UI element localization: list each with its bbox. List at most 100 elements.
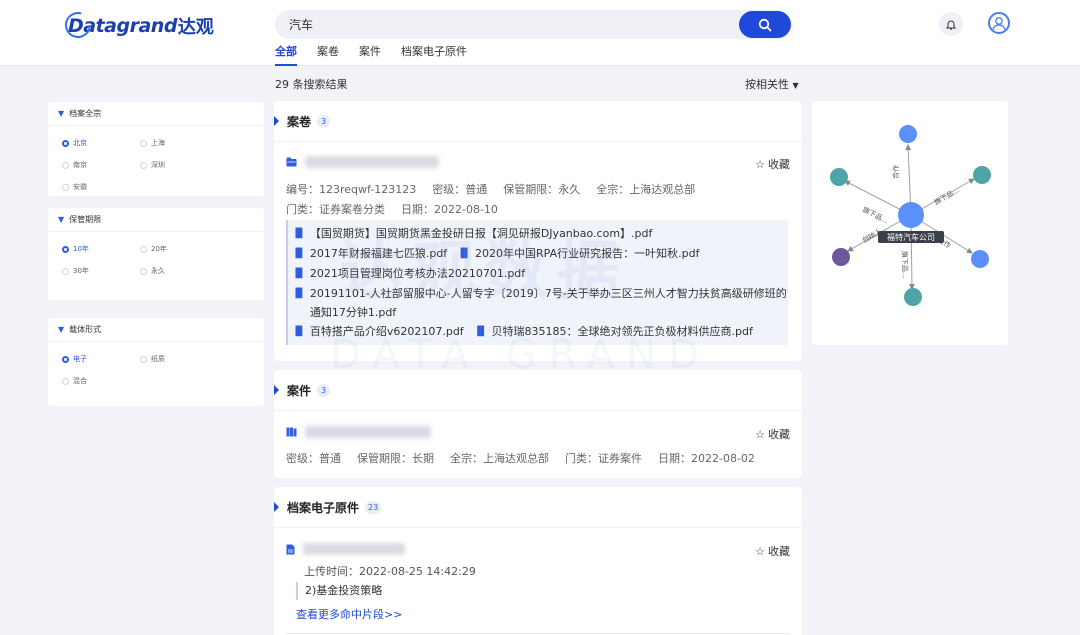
filter-option[interactable]: 混合 [62,370,140,392]
file-link[interactable]: ▐▌ 2020年中国RPA行业研究报告：一叶知秋.pdf [457,244,699,264]
graph-node[interactable] [899,125,917,143]
star-icon: ☆ [755,157,765,171]
result-count: 29 条搜索结果 [275,78,348,91]
filter-option[interactable]: 20年 [140,238,218,260]
search-input[interactable] [289,15,729,34]
file-icon: ▐▌ [292,269,306,279]
graph-node[interactable] [973,166,991,184]
filter-title: ▼ 载体形式 [48,318,264,342]
file-link[interactable]: ▐▌ 贝特瑞835185：全球绝对领先正负极材料供应商.pdf [474,322,753,342]
file-icon: ▐▌ [473,327,488,337]
radio-icon [140,267,147,275]
section-title: 档案电子原件 [287,500,360,515]
section-title: 案件 [287,383,312,398]
search-icon [758,18,772,31]
radio-icon [62,245,69,253]
folder-icon [286,157,297,167]
section-marker-icon [274,116,279,126]
top-header: Datagrand 达观 全部 案卷 案件 档案电子原件 [0,0,1080,66]
section-marker-icon [274,502,279,512]
star-icon: ☆ [755,544,765,558]
filter-option[interactable]: 北京 [62,132,140,154]
favorite-button[interactable]: ☆ 收藏 [755,156,790,172]
result-title[interactable] [286,426,431,438]
file-link[interactable]: ▐▌ 2017年财报福建七匹狼.pdf [292,244,447,264]
edge-label: 旗下品... [933,185,961,207]
filter-fonds: ▼ 档案全宗 北京 上海 南京 深圳 安徽 [48,102,264,196]
result-title[interactable] [286,543,405,555]
logo-ring-icon [60,7,96,43]
radio-icon [62,183,69,191]
filter-option[interactable]: 深圳 [140,154,218,176]
user-avatar[interactable] [988,12,1010,34]
count-badge: 3 [317,383,331,397]
tab-dossier[interactable]: 案卷 [317,44,339,66]
filter-option[interactable]: 纸质 [140,348,218,370]
graph-node[interactable] [971,250,989,268]
file-link[interactable]: ▐▌ 【国贸期货】国贸期货黑金投研日报【洞见研报DJyanbao.com】.pdf [292,224,788,244]
edge-label: 合作 [891,165,900,179]
filter-option[interactable]: 10年 [62,238,140,260]
redacted-title [305,426,431,438]
redacted-title [305,156,439,168]
search-button[interactable] [739,11,791,38]
graph-node[interactable] [830,168,848,186]
divider [286,633,790,634]
filter-option[interactable]: 安徽 [62,176,140,198]
knowledge-graph: 合作 旗下品... 旗下品... 创始人 旗下品... 合作 福特汽车公司 [812,101,1008,345]
filter-option[interactable]: 电子 [62,348,140,370]
filter-option[interactable]: 永久 [140,260,218,282]
section-dossier: 案卷 3 ☆ 收藏 编号：123reqwf-123123 密级：普通 保管期限：永久全… [274,101,802,361]
result-meta: 编号：123reqwf-123123 密级：普通 保管期限：永久 全宗：上海达观总部 [286,183,696,196]
file-link[interactable]: ▐▌ 百特搭产品介绍v6202107.pdf [292,322,464,342]
radio-icon [140,355,147,363]
result-meta: 门类：证券案卷分类 日期：2022-08-10 [286,203,498,216]
radio-icon [62,267,69,275]
document-icon [286,544,295,554]
graph-node[interactable] [832,248,850,266]
graph-center-node[interactable] [898,202,924,228]
brand-logo[interactable]: Datagrand 达观 [60,7,214,43]
file-link[interactable]: ▐▌ 20191101-人社部留服中心-人留专字〔2019〕7号-关于举办三区三州… [292,284,788,322]
edge-label: 旗下品... [861,205,890,226]
user-icon [992,17,1006,31]
result-title[interactable] [286,156,439,168]
edge-label: 旗下品... [900,251,910,279]
notification-button[interactable] [939,12,963,36]
radio-icon [140,161,147,169]
graph-node[interactable] [904,288,922,306]
radio-icon [62,377,69,385]
favorite-button[interactable]: ☆ 收藏 [755,543,790,559]
more-snippets-link[interactable]: 查看更多命中片段>> [296,606,402,622]
file-icon: ▐▌ [292,249,306,259]
filter-option[interactable]: 上海 [140,132,218,154]
result-meta: 密级：普通 保管期限：长期 全宗：上海达观总部 门类：证券案件 日期：2022-08-0… [286,452,755,465]
filter-option[interactable]: 南京 [62,154,140,176]
hit-snippet: 2)基金投资策略 [296,582,382,600]
tab-all[interactable]: 全部 [275,44,297,66]
funnel-icon: ▼ [58,325,65,334]
center-label: 福特汽车公司 [887,232,935,242]
file-list: ▐▌ 【国贸期货】国贸期货黑金投研日报【洞见研报DJyanbao.com】.pdf… [286,220,788,345]
upload-time: 上传时间：2022-08-25 14:42:29 [304,565,476,578]
file-icon: ▐▌ [457,249,472,259]
radio-icon [140,139,147,147]
search-bar [275,10,792,39]
tab-original[interactable]: 档案电子原件 [401,44,467,66]
tab-case[interactable]: 案件 [359,44,381,66]
file-link[interactable]: ▐▌ 2021项目管理岗位考核办法20210701.pdf [292,264,788,284]
section-case: 案件 3 ☆ 收藏 密级：普通 保管期限：长期 全宗：上海达观总部 门类：证券案件 日期：… [274,370,802,478]
radio-icon [62,139,69,147]
radio-icon [62,355,69,363]
result-tabs: 全部 案卷 案件 档案电子原件 [275,44,487,66]
filter-title: ▼ 保管期限 [48,208,264,232]
bell-icon [946,20,956,30]
file-icon: ▐▌ [292,289,306,299]
filter-option[interactable]: 30年 [62,260,140,282]
funnel-icon: ▼ [58,109,65,118]
caret-down-icon: ▼ [792,81,799,90]
sort-dropdown[interactable]: 按相关性 ▼ [745,76,799,92]
section-original: 档案电子原件 23 ☆ 收藏 上传时间：2022-08-25 14:42:29 2… [274,487,802,635]
favorite-button[interactable]: ☆ 收藏 [755,426,790,442]
star-icon: ☆ [755,427,765,441]
